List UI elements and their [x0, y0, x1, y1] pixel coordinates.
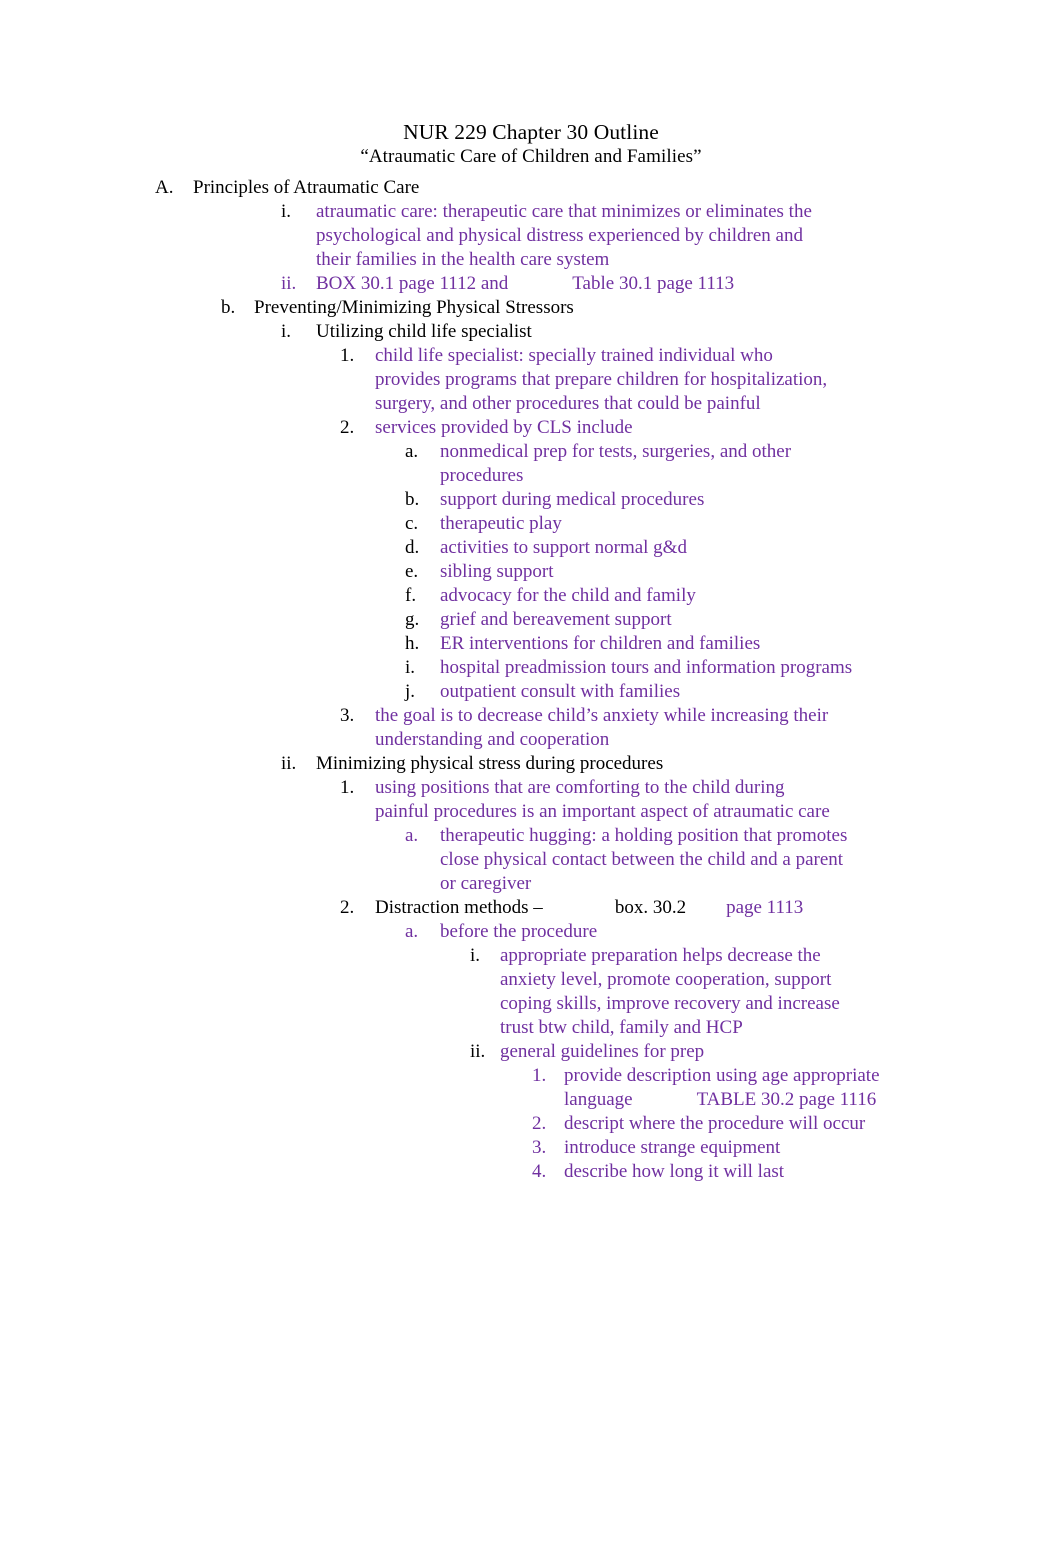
outline-item-text: Distraction methods – box. 30.2 page 1113: [375, 896, 835, 920]
outline-item-text: outpatient consult with families: [440, 681, 681, 702]
list-marker: b.: [221, 297, 236, 318]
list-marker: 1.: [532, 1065, 547, 1086]
outline-item-therapeutic-hugging: a. therapeutic hugging: a holding positi…: [0, 824, 1062, 896]
outline-item-b-i-2: 2. services provided by CLS include: [0, 416, 1062, 440]
list-marker: 1.: [340, 777, 355, 798]
outline-item-text: the goal is to decrease child’s anxiety …: [375, 705, 833, 750]
box-reference: box. 30.2: [614, 897, 687, 918]
list-marker: 1.: [340, 345, 355, 366]
outline-item-cls-c: c. therapeutic play: [0, 512, 1062, 536]
outline-item-text: ER interventions for children and famili…: [440, 633, 761, 654]
list-marker: c.: [405, 513, 419, 534]
outline-item-text: Preventing/Minimizing Physical Stressors: [254, 297, 574, 318]
table-reference: TABLE 30.2 page 1116: [696, 1089, 877, 1110]
outline-item-text: general guidelines for prep: [500, 1041, 705, 1062]
list-marker: i.: [281, 201, 292, 222]
list-marker: A.: [155, 177, 174, 198]
distraction-label: Distraction methods –: [375, 897, 543, 918]
outline-item-text: activities to support normal g&d: [440, 537, 687, 558]
list-marker: 2.: [340, 897, 355, 918]
list-marker: ii.: [281, 753, 297, 774]
outline-item-text: nonmedical prep for tests, surgeries, an…: [440, 441, 796, 486]
outline-item-text: Utilizing child life specialist: [316, 321, 532, 342]
outline-item-distraction-methods: 2. Distraction methods – box. 30.2 page 11…: [0, 896, 1062, 920]
outline-item-text: atraumatic care: therapeutic care that m…: [316, 201, 817, 270]
list-marker: b.: [405, 489, 420, 510]
table-reference: Table 30.1 page 1113: [572, 273, 735, 294]
list-marker: a.: [405, 921, 419, 942]
outline-item-text: descript where the procedure will occur: [564, 1113, 866, 1134]
outline-item-text: appropriate preparation helps decrease t…: [500, 945, 845, 1038]
outline-item-text: introduce strange equipment: [564, 1137, 781, 1158]
list-marker: ii.: [470, 1041, 486, 1062]
outline-item-b-ii-1: 1. using positions that are comforting t…: [0, 776, 1062, 824]
outline-item-cls-d: d. activities to support normal g&d: [0, 536, 1062, 560]
list-marker: h.: [405, 633, 420, 654]
outline-item-cls-b: b. support during medical procedures: [0, 488, 1062, 512]
outline-item-b-i-1: 1. child life specialist: specially trai…: [0, 344, 1062, 416]
outline-item-text: Minimizing physical stress during proced…: [316, 753, 664, 774]
outline-item-b-ii: ii. Minimizing physical stress during pr…: [0, 752, 1062, 776]
list-marker: a.: [405, 825, 419, 846]
list-marker: g.: [405, 609, 420, 630]
outline-item-b-i: i. Utilizing child life specialist: [0, 320, 1062, 344]
outline-item-text: advocacy for the child and family: [440, 585, 696, 606]
outline-item-text: services provided by CLS include: [375, 417, 633, 438]
outline-item-cls-a: a. nonmedical prep for tests, surgeries,…: [0, 440, 1062, 488]
outline-item-cls-e: e. sibling support: [0, 560, 1062, 584]
outline-item-text: Principles of Atraumatic Care: [193, 177, 420, 198]
page-title: NUR 229 Chapter 30 Outline: [403, 120, 659, 144]
outline-item-b: b. Preventing/Minimizing Physical Stress…: [0, 296, 1062, 320]
outline-item-text: using positions that are comforting to t…: [375, 777, 830, 822]
outline-item-cls-j: j. outpatient consult with families: [0, 680, 1062, 704]
outline-item-text: before the procedure: [440, 921, 598, 942]
outline-item-text: hospital preadmission tours and informat…: [440, 657, 853, 678]
list-marker: i.: [281, 321, 292, 342]
list-marker: ii.: [281, 273, 297, 294]
outline-item-cls-i: i. hospital preadmission tours and infor…: [0, 656, 1062, 680]
outline-item-b-i-3: 3. the goal is to decrease child’s anxie…: [0, 704, 1062, 752]
outline-item-text: therapeutic play: [440, 513, 562, 534]
document-page: NUR 229 Chapter 30 Outline “Atraumatic C…: [0, 0, 1062, 1561]
outline-item-text: BOX 30.1 page 1112 and Table 30.1 page 11…: [316, 272, 836, 296]
list-marker: d.: [405, 537, 420, 558]
outline-item-text: sibling support: [440, 561, 554, 582]
outline-item-text: therapeutic hugging: a holding position …: [440, 825, 853, 894]
list-marker: e.: [405, 561, 419, 582]
outline-item-text: child life specialist: specially trained…: [375, 345, 832, 414]
outline-item-A-i: i. atraumatic care: therapeutic care tha…: [0, 200, 1062, 272]
list-marker: i.: [405, 657, 416, 678]
outline-item-prep-1: 1. provide description using age appropr…: [0, 1064, 1062, 1112]
list-marker: 2.: [340, 417, 355, 438]
list-marker: f.: [405, 585, 417, 606]
outline-item-text: provide description using age appropriat…: [564, 1064, 919, 1112]
list-marker: i.: [470, 945, 481, 966]
outline-item-cls-h: h. ER interventions for children and fam…: [0, 632, 1062, 656]
outline-item-cls-g: g. grief and bereavement support: [0, 608, 1062, 632]
outline-body: A. Principles of Atraumatic Care i. atra…: [0, 176, 1062, 1184]
list-marker: 3.: [532, 1137, 547, 1158]
list-marker: j.: [405, 681, 416, 702]
outline-item-prep-2: 2. descript where the procedure will occ…: [0, 1112, 1062, 1136]
outline-item-A-ii: ii. BOX 30.1 page 1112 and Table 30.1 pag…: [0, 272, 1062, 296]
box-reference: BOX 30.1 page 1112 and: [316, 273, 509, 294]
outline-item-prep-3: 3. introduce strange equipment: [0, 1136, 1062, 1160]
outline-item-general-guidelines: ii. general guidelines for prep: [0, 1040, 1062, 1064]
list-marker: 4.: [532, 1161, 547, 1182]
page-reference: page 1113: [726, 897, 804, 918]
outline-item-A: A. Principles of Atraumatic Care: [0, 176, 1062, 200]
outline-item-text: describe how long it will last: [564, 1161, 785, 1182]
page-subtitle: “Atraumatic Care of Children and Familie…: [360, 146, 702, 167]
outline-item-before-procedure: a. before the procedure: [0, 920, 1062, 944]
outline-item-appropriate-preparation: i. appropriate preparation helps decreas…: [0, 944, 1062, 1040]
list-marker: 2.: [532, 1113, 547, 1134]
list-marker: 3.: [340, 705, 355, 726]
outline-item-text: grief and bereavement support: [440, 609, 672, 630]
list-marker: a.: [405, 441, 419, 462]
outline-item-cls-f: f. advocacy for the child and family: [0, 584, 1062, 608]
outline-item-text: support during medical procedures: [440, 489, 705, 510]
outline-item-prep-4: 4. describe how long it will last: [0, 1160, 1062, 1184]
title-block: NUR 229 Chapter 30 Outline “Atraumatic C…: [0, 0, 1062, 169]
